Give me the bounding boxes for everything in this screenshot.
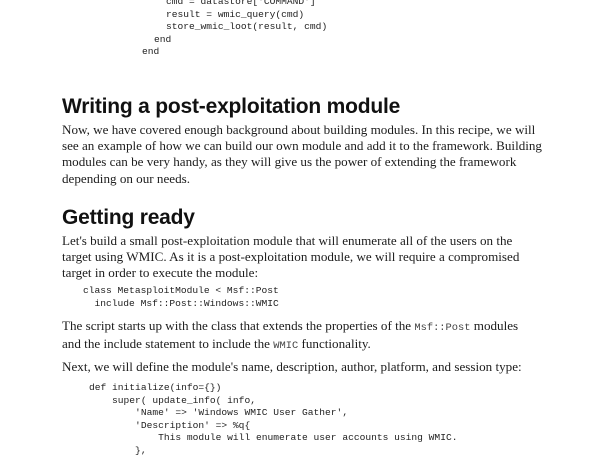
- code-line: class MetasploitModule < Msf::Post: [83, 285, 279, 298]
- code-line: include Msf::Post::Windows::WMIC: [83, 298, 279, 311]
- text-line: modules can be very handy, as they will …: [62, 154, 562, 170]
- inline-code: WMIC: [273, 340, 298, 352]
- code-block-class: class MetasploitModule < Msf::Post inclu…: [83, 285, 279, 310]
- text-line: Now, we have covered enough background a…: [62, 122, 562, 138]
- text-line: The script starts up with the class that…: [62, 318, 562, 336]
- section-paragraph: Now, we have covered enough background a…: [62, 122, 562, 187]
- section-heading: Getting ready: [62, 206, 195, 230]
- code-line: This module will enumerate user accounts…: [89, 432, 457, 445]
- intro-paragraph: Let's build a small post-exploitation mo…: [62, 233, 562, 282]
- code-line: end: [130, 34, 327, 47]
- text-segment: The script starts up with the class that…: [62, 318, 414, 333]
- document-page: cmd = datastore['COMMAND']result = wmic_…: [0, 0, 600, 450]
- code-line: super( update_info( info,: [89, 395, 457, 408]
- text-segment: modules: [470, 318, 518, 333]
- code-line: 'Name' => 'Windows WMIC User Gather',: [89, 407, 457, 420]
- text-segment: functionality.: [298, 336, 371, 351]
- text-line: target using WMIC. As it is a post-explo…: [62, 249, 562, 265]
- code-line: },: [89, 445, 457, 457]
- code-block-initialize: def initialize(info={}) super( update_in…: [89, 382, 457, 457]
- code-line: 'Description' => %q{: [89, 420, 457, 433]
- code-line: store_wmic_loot(result, cmd): [130, 21, 327, 34]
- code-line: end: [130, 46, 327, 59]
- next-paragraph: Next, we will define the module's name, …: [62, 359, 562, 375]
- text-line: Next, we will define the module's name, …: [62, 359, 562, 375]
- text-line: depending on our needs.: [62, 171, 562, 187]
- code-line: def initialize(info={}): [89, 382, 457, 395]
- text-segment: and the include statement to include the: [62, 336, 273, 351]
- section-heading: Writing a post-exploitation module: [62, 95, 400, 119]
- text-line: and the include statement to include the…: [62, 336, 562, 354]
- text-line: target in order to execute the module:: [62, 265, 562, 281]
- inline-code: Msf::Post: [414, 322, 470, 334]
- script-paragraph: The script starts up with the class that…: [62, 318, 562, 354]
- text-line: see an example of how we can build our o…: [62, 138, 562, 154]
- code-line: result = wmic_query(cmd): [130, 9, 327, 22]
- code-block-top: cmd = datastore['COMMAND']result = wmic_…: [130, 0, 327, 59]
- code-line: cmd = datastore['COMMAND']: [130, 0, 327, 9]
- text-line: Let's build a small post-exploitation mo…: [62, 233, 562, 249]
